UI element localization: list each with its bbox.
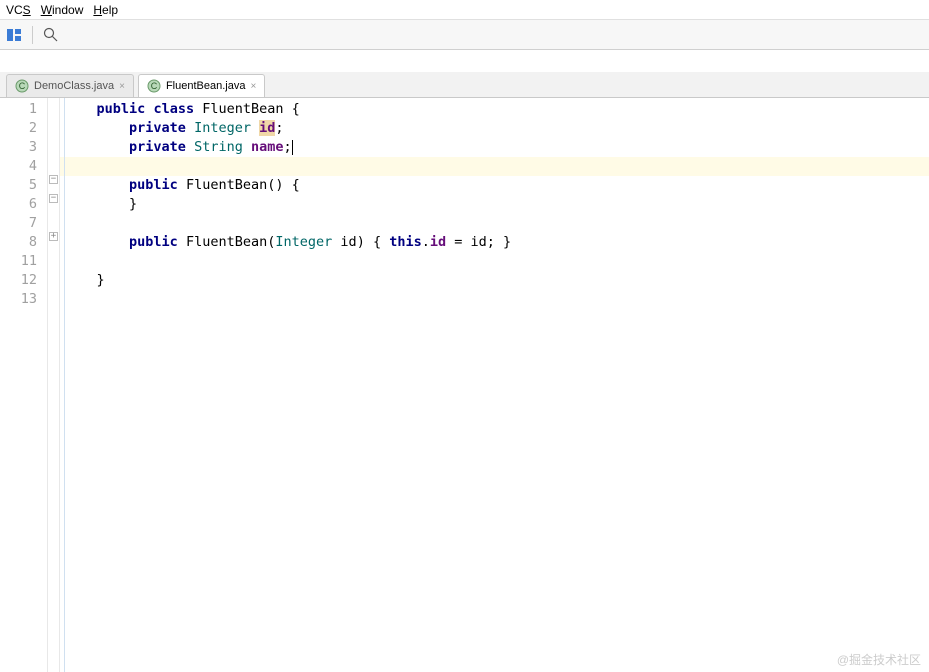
svg-text:C: C bbox=[19, 81, 26, 91]
code-line[interactable]: private Integer id; bbox=[60, 119, 929, 138]
watermark: @掘金技术社区 bbox=[837, 651, 921, 668]
code-line[interactable] bbox=[60, 290, 929, 309]
tab-gap bbox=[0, 50, 929, 72]
line-gutter: 1 2 3 4 5 6 7 8 11 12 13 bbox=[0, 98, 48, 672]
svg-text:C: C bbox=[151, 81, 158, 91]
close-icon[interactable]: × bbox=[250, 81, 256, 92]
code-line-current[interactable] bbox=[60, 157, 929, 176]
java-class-icon: C bbox=[15, 79, 29, 93]
fold-collapse-icon[interactable]: − bbox=[49, 194, 58, 203]
search-icon[interactable] bbox=[43, 27, 59, 43]
code-line[interactable]: } bbox=[60, 195, 929, 214]
toolbar bbox=[0, 20, 929, 50]
toolbar-separator bbox=[32, 26, 33, 44]
fold-expand-icon[interactable]: + bbox=[49, 232, 58, 241]
code-editor[interactable]: 1 2 3 4 5 6 7 8 11 12 13 − − + public cl… bbox=[0, 98, 929, 672]
menu-window[interactable]: Window bbox=[41, 3, 84, 17]
code-line[interactable]: public FluentBean(Integer id) { this.id … bbox=[60, 233, 929, 252]
editor-tabs: C DemoClass.java × C FluentBean.java × bbox=[0, 72, 929, 98]
code-line[interactable] bbox=[60, 252, 929, 271]
code-line[interactable]: public FluentBean() { bbox=[60, 176, 929, 195]
project-icon[interactable] bbox=[6, 27, 22, 43]
code-line[interactable]: public class FluentBean { bbox=[60, 100, 929, 119]
tab-fluentbean[interactable]: C FluentBean.java × bbox=[138, 74, 265, 97]
tab-democlass[interactable]: C DemoClass.java × bbox=[6, 74, 134, 97]
menu-bar: VCS Window Help bbox=[0, 0, 929, 20]
menu-vcs[interactable]: VCS bbox=[6, 3, 31, 17]
fold-gutter: − − + bbox=[48, 98, 60, 672]
tab-label: DemoClass.java bbox=[34, 80, 114, 92]
java-class-icon: C bbox=[147, 79, 161, 93]
menu-help[interactable]: Help bbox=[93, 3, 118, 17]
code-line[interactable]: } bbox=[60, 271, 929, 290]
tab-label: FluentBean.java bbox=[166, 80, 246, 92]
text-cursor bbox=[292, 140, 293, 155]
fold-collapse-icon[interactable]: − bbox=[49, 175, 58, 184]
code-line[interactable]: private String name; bbox=[60, 138, 929, 157]
code-line[interactable] bbox=[60, 214, 929, 233]
margin-line bbox=[64, 98, 65, 672]
close-icon[interactable]: × bbox=[119, 81, 125, 92]
code-area[interactable]: public class FluentBean { private Intege… bbox=[60, 98, 929, 672]
